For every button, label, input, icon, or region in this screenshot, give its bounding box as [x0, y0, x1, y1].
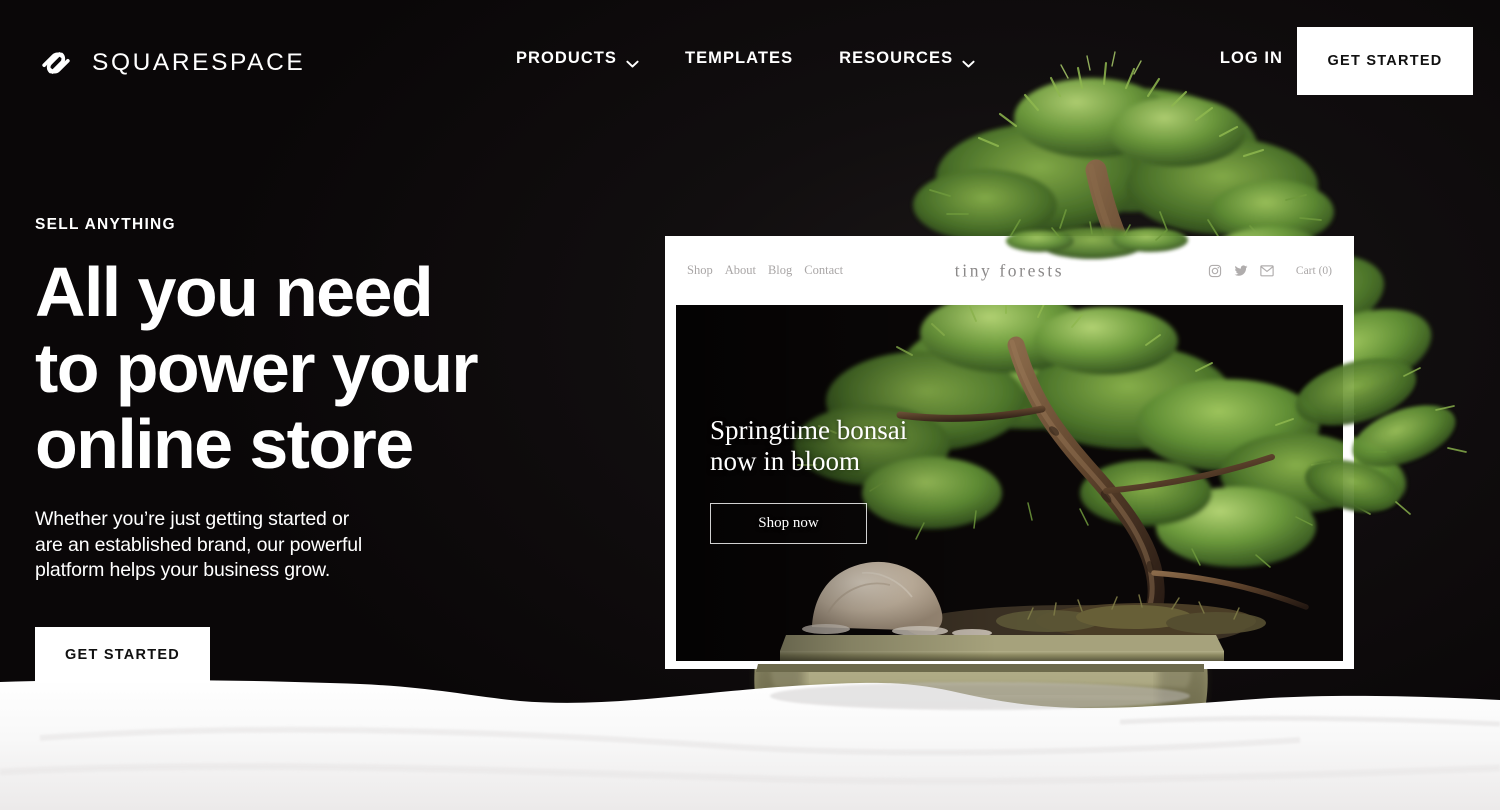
- hero-eyebrow: SELL ANYTHING: [35, 216, 176, 233]
- nav-item-templates[interactable]: TEMPLATES: [685, 49, 793, 68]
- squarespace-logo-icon: [35, 42, 77, 84]
- hero-section: SELL ANYTHING All you need to power your…: [35, 216, 655, 683]
- mockup-nav-blog[interactable]: Blog: [768, 263, 792, 278]
- nav-label-templates: TEMPLATES: [685, 49, 794, 67]
- mockup-hero-title: Springtime bonsai now in bloom: [710, 415, 907, 477]
- mockup-nav-contact[interactable]: Contact: [804, 263, 843, 278]
- instagram-icon[interactable]: [1208, 264, 1222, 278]
- mockup-hero-title-line2: now in bloom: [710, 446, 861, 476]
- mockup-hero-image: Springtime bonsai now in bloom Shop now: [676, 305, 1343, 661]
- login-link[interactable]: LOG IN: [1220, 49, 1283, 68]
- mockup-hero-title-line1: Springtime bonsai: [710, 415, 908, 445]
- mockup-actions: Cart (0): [1208, 264, 1332, 278]
- chevron-down-icon: [962, 55, 975, 68]
- hero-subcopy-line2: are an established brand, our powerful: [35, 533, 363, 556]
- hero-headline-line1: All you need: [35, 253, 434, 331]
- chevron-down-icon: [626, 55, 639, 68]
- hero-subcopy-line1: Whether you’re just getting started or: [35, 508, 350, 530]
- landing-page: Shop About Blog Contact tiny forests Car…: [0, 0, 1500, 810]
- nav-label-resources: RESOURCES: [839, 49, 954, 67]
- hero-headline: All you need to power your online store: [35, 254, 655, 482]
- email-icon[interactable]: [1260, 264, 1274, 278]
- mockup-nav-shop[interactable]: Shop: [687, 263, 713, 278]
- get-started-header-button[interactable]: GET STARTED: [1297, 27, 1473, 95]
- hero-headline-line3: online store: [35, 405, 414, 483]
- mockup-hero-copy: Springtime bonsai now in bloom Shop now: [710, 415, 907, 544]
- mockup-nav: Shop About Blog Contact: [687, 263, 843, 278]
- hero-subcopy: Whether you’re just getting started or a…: [35, 507, 435, 584]
- site-header: SQUARESPACE PRODUCTS TEMPLATES RESOURCES…: [0, 0, 1500, 122]
- shop-now-button[interactable]: Shop now: [710, 503, 867, 544]
- nav-label-products: PRODUCTS: [516, 49, 617, 67]
- mockup-cart-link[interactable]: Cart (0): [1296, 265, 1332, 277]
- brand-name: SQUARESPACE: [92, 48, 306, 76]
- template-mockup-tiny-forests: Shop About Blog Contact tiny forests Car…: [665, 236, 1354, 669]
- nav-item-products[interactable]: PRODUCTS: [516, 49, 639, 68]
- main-nav: PRODUCTS TEMPLATES RESOURCES: [516, 49, 975, 68]
- sand-floor: [0, 660, 1500, 810]
- mockup-nav-about[interactable]: About: [725, 263, 756, 278]
- nav-item-resources[interactable]: RESOURCES: [839, 49, 975, 68]
- mockup-header: Shop About Blog Contact tiny forests Car…: [676, 236, 1343, 305]
- brand[interactable]: SQUARESPACE: [35, 42, 305, 84]
- get-started-hero-button[interactable]: GET STARTED: [35, 626, 210, 683]
- hero-headline-line2: to power your: [35, 329, 479, 407]
- hero-subcopy-line3: platform helps your business grow.: [35, 559, 331, 581]
- twitter-icon[interactable]: [1234, 264, 1248, 278]
